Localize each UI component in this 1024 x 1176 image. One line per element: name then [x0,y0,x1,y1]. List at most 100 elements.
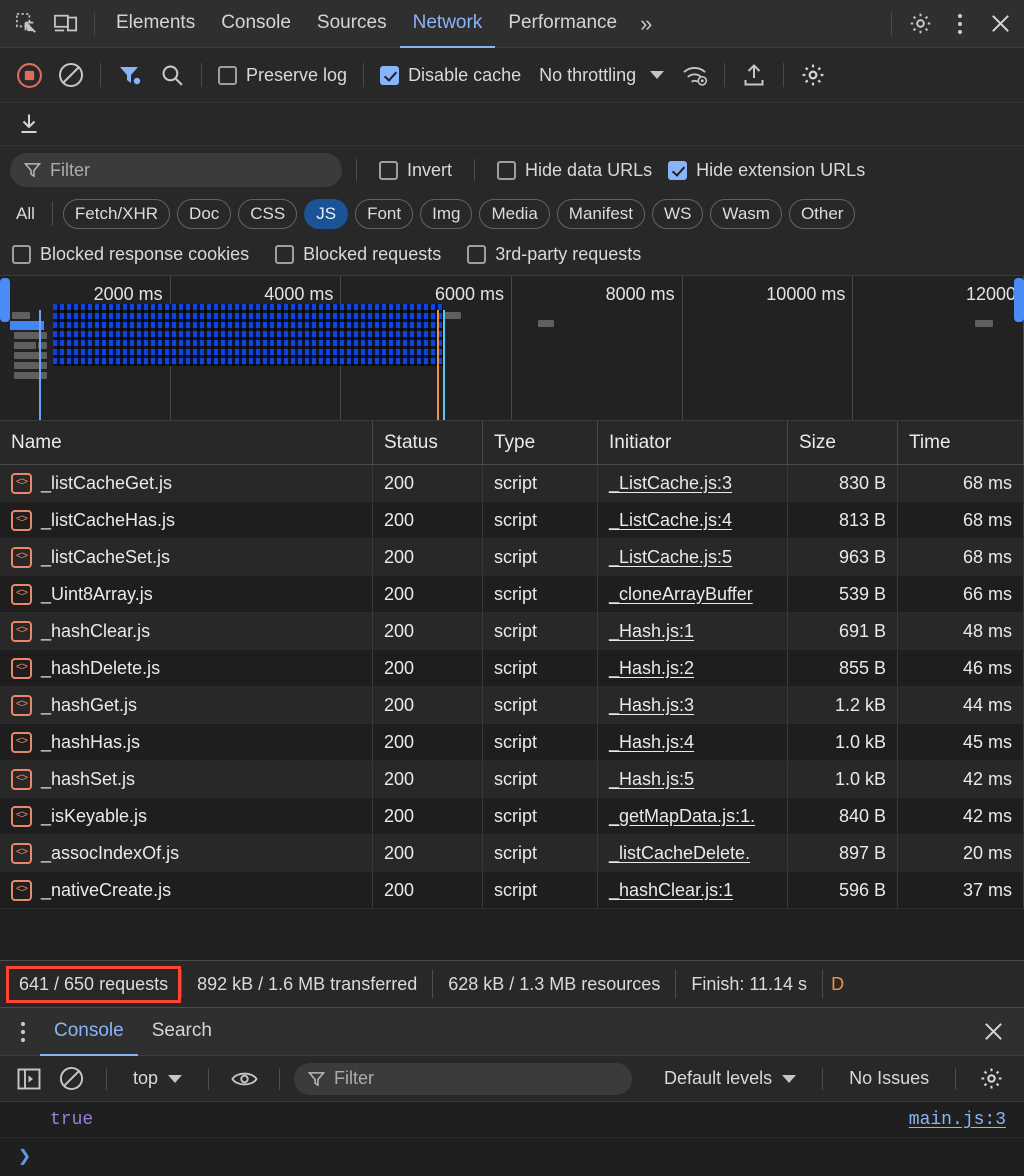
close-icon[interactable] [980,4,1020,44]
cell-name[interactable]: <> _hashGet.js [0,687,373,723]
invert-checkbox[interactable]: Invert [371,160,460,181]
cell-initiator[interactable]: _Hash.js:5 [598,761,788,797]
blocked-requests-checkbox[interactable]: Blocked requests [275,244,441,265]
record-stop-icon[interactable] [8,54,50,96]
tab-console[interactable]: Console [208,0,304,48]
tab-network[interactable]: Network [399,0,496,48]
cell-name[interactable]: <> _listCacheHas.js [0,502,373,538]
tab-performance[interactable]: Performance [495,0,630,48]
initiator-link[interactable]: _cloneArrayBuffer [609,584,753,605]
hide-data-urls-checkbox[interactable]: Hide data URLs [489,160,660,181]
chevron-down-icon[interactable] [782,1074,797,1083]
initiator-link[interactable]: _hashClear.js:1 [609,880,733,901]
initiator-link[interactable]: _listCacheDelete. [609,843,750,864]
initiator-link[interactable]: _Hash.js:5 [609,769,694,790]
table-row[interactable]: <> _Uint8Array.js 200 script _cloneArrayBuff… [0,576,1024,613]
hide-extension-urls-checkbox[interactable]: Hide extension URLs [660,160,873,181]
console-issues-label[interactable]: No Issues [837,1068,941,1089]
cell-name[interactable]: <> _assocIndexOf.js [0,835,373,871]
chevron-down-icon[interactable] [168,1074,183,1083]
column-header-type[interactable]: Type [483,421,598,464]
chip-font[interactable]: Font [355,199,414,229]
network-overview-timeline[interactable]: 2000 ms 4000 ms 6000 ms 8000 ms 10000 ms… [0,276,1024,421]
cell-initiator[interactable]: _ListCache.js:5 [598,539,788,575]
cell-name[interactable]: <> _Uint8Array.js [0,576,373,612]
network-settings-gear-icon[interactable] [792,54,834,96]
chip-img[interactable]: Img [420,199,473,229]
device-toolbar-icon[interactable] [46,4,86,44]
cell-initiator[interactable]: _ListCache.js:3 [598,465,788,501]
table-row[interactable]: <> _nativeCreate.js 200 script _hashClear.js… [0,872,1024,909]
console-context-select[interactable]: top [121,1068,194,1089]
initiator-link[interactable]: _ListCache.js:4 [609,510,732,531]
table-row[interactable]: <> _hashSet.js 200 script _Hash.js:5 1.0 kB 42… [0,761,1024,798]
cell-name[interactable]: <> _hashClear.js [0,613,373,649]
filter-funnel-icon[interactable] [109,54,151,96]
table-row[interactable]: <> _assocIndexOf.js 200 script _listCacheDel… [0,835,1024,872]
cell-name[interactable]: <> _hashDelete.js [0,650,373,686]
drawer-tab-search[interactable]: Search [138,1008,226,1056]
overview-selection-handle-right[interactable] [1014,278,1024,322]
download-icon[interactable] [8,103,50,145]
cell-initiator[interactable]: _cloneArrayBuffer [598,576,788,612]
drawer-more-vertical-icon[interactable] [6,1021,40,1043]
initiator-link[interactable]: _Hash.js:3 [609,695,694,716]
cell-name[interactable]: <> _isKeyable.js [0,798,373,834]
initiator-link[interactable]: _ListCache.js:3 [609,473,732,494]
show-sidebar-icon[interactable] [8,1058,50,1100]
chevron-down-icon[interactable] [650,71,665,79]
chip-ws[interactable]: WS [652,199,704,229]
upload-icon[interactable] [733,54,775,96]
initiator-link[interactable]: _getMapData.js:1. [609,806,755,827]
cell-initiator[interactable]: _Hash.js:2 [598,650,788,686]
drawer-tab-console[interactable]: Console [40,1008,138,1056]
column-header-name[interactable]: Name [0,421,373,464]
hide-extension-urls-box[interactable] [668,160,688,180]
chip-media[interactable]: Media [479,199,550,229]
clear-console-icon[interactable] [50,1058,92,1100]
tab-elements[interactable]: Elements [103,0,208,48]
table-row[interactable]: <> _hashDelete.js 200 script _Hash.js:2 855 B… [0,650,1024,687]
chip-wasm[interactable]: Wasm [710,199,782,229]
cell-initiator[interactable]: _listCacheDelete. [598,835,788,871]
invert-box[interactable] [379,160,398,180]
chip-all[interactable]: All [9,199,42,229]
cell-initiator[interactable]: _Hash.js:1 [598,613,788,649]
live-expression-icon[interactable] [223,1058,265,1100]
inspect-element-icon[interactable] [6,4,46,44]
gear-icon[interactable] [900,4,940,44]
cell-initiator[interactable]: _Hash.js:4 [598,724,788,760]
overview-selection-handle-left[interactable] [0,278,10,322]
console-levels-select[interactable]: Default levels [652,1068,808,1089]
table-row[interactable]: <> _isKeyable.js 200 script _getMapData.js:1… [0,798,1024,835]
console-message-source[interactable]: main.js:3 [909,1110,1006,1130]
cell-initiator[interactable]: _getMapData.js:1. [598,798,788,834]
more-tabs-icon[interactable]: » [630,11,662,37]
hide-data-urls-box[interactable] [497,160,517,180]
third-party-requests-checkbox[interactable]: 3rd-party requests [467,244,641,265]
third-party-requests-box[interactable] [467,245,487,264]
chip-doc[interactable]: Doc [177,199,232,229]
table-row[interactable]: <> _listCacheGet.js 200 script _ListCache.js… [0,465,1024,502]
initiator-link[interactable]: _Hash.js:2 [609,658,694,679]
console-settings-gear-icon[interactable] [970,1058,1012,1100]
table-row[interactable]: <> _hashHas.js 200 script _Hash.js:4 1.0 kB 45… [0,724,1024,761]
cell-name[interactable]: <> _nativeCreate.js [0,872,373,908]
tab-sources[interactable]: Sources [304,0,400,48]
cell-name[interactable]: <> _hashHas.js [0,724,373,760]
drawer-close-icon[interactable] [976,1020,1010,1043]
disable-cache-checkbox[interactable]: Disable cache [372,65,529,86]
cell-initiator[interactable]: _ListCache.js:4 [598,502,788,538]
table-row[interactable]: <> _listCacheHas.js 200 script _ListCache.js… [0,502,1024,539]
column-header-initiator[interactable]: Initiator [598,421,788,464]
preserve-log-checkbox[interactable]: Preserve log [210,65,355,86]
chip-fetch-xhr[interactable]: Fetch/XHR [62,199,171,229]
cell-name[interactable]: <> _listCacheGet.js [0,465,373,501]
preserve-log-box[interactable] [218,65,237,85]
wifi-gear-icon[interactable] [674,54,716,96]
table-row[interactable]: <> _listCacheSet.js 200 script _ListCache.js… [0,539,1024,576]
cell-initiator[interactable]: _hashClear.js:1 [598,872,788,908]
blocked-response-cookies-checkbox[interactable]: Blocked response cookies [12,244,249,265]
column-header-size[interactable]: Size [788,421,898,464]
initiator-link[interactable]: _Hash.js:4 [609,732,694,753]
